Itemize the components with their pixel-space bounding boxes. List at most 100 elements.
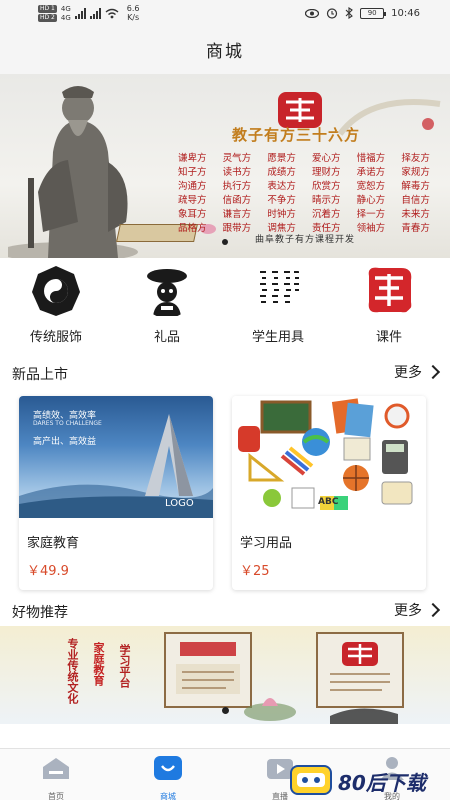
tab-label: 商城	[160, 792, 176, 800]
watermark-text: 80后下载	[338, 771, 426, 795]
sim1-badge: HD 1	[38, 4, 57, 13]
product-image: ABC	[232, 396, 426, 518]
signal-2-icon	[89, 7, 101, 19]
poem-phrase: 爱心方	[312, 153, 341, 164]
seal-logo-icon	[368, 267, 412, 313]
calligraphy-icon	[254, 266, 302, 314]
net2-label: 4G	[60, 13, 71, 22]
sim-indicators: HD 1 HD 2	[38, 4, 57, 22]
poem-phrase: 读书方	[222, 167, 252, 178]
poem-phrase: 表达方	[267, 181, 296, 192]
signal-1-icon	[74, 7, 86, 19]
section-title: 好物推荐	[12, 605, 68, 621]
product-card-family-education[interactable]: 高绩效、高效率 DARES TO CHALLENGE 高产出、高效益 LOGO …	[19, 396, 213, 590]
promo-text-2: 家庭教育	[92, 642, 105, 686]
poem-phrase: 未来方	[401, 209, 430, 220]
banner-page-indicator	[222, 239, 228, 245]
image-text-2: DARES TO CHALLENGE	[33, 420, 102, 427]
lotus-ink-decoration	[244, 698, 398, 724]
chevron-right-icon	[425, 602, 441, 618]
image-logo-text: LOGO	[165, 498, 194, 509]
clock: 10:46	[391, 7, 420, 19]
battery-icon: 90	[360, 7, 387, 19]
poem-phrase: 成绩方	[267, 167, 296, 178]
title-bar: 商城	[0, 30, 450, 74]
poem-phrase: 领袖方	[356, 223, 386, 234]
poem-phrase: 沟通方	[178, 181, 207, 192]
poem-phrase: 承诺方	[356, 167, 386, 178]
poem-phrase: 谦卑方	[178, 153, 207, 164]
tab-home[interactable]: 首页	[26, 755, 86, 800]
section-title: 新品上市	[12, 367, 68, 383]
more-label: 更多	[394, 603, 422, 619]
net1-label: 4G	[60, 4, 71, 13]
new-products-more-button[interactable]: 更多	[394, 362, 441, 382]
poem-phrase: 宽恕方	[356, 181, 386, 192]
wifi-icon	[105, 8, 119, 18]
sim2-badge: HD 2	[38, 13, 57, 22]
net-speed: 6.6 K/s	[127, 4, 140, 22]
poem-phrase: 沉着方	[312, 209, 341, 220]
category-label: 传统服饰	[29, 330, 82, 345]
category-courseware[interactable]: 课件	[339, 262, 439, 345]
recommend-more-button[interactable]: 更多	[394, 600, 441, 620]
poem-phrase: 自信方	[401, 195, 430, 206]
bagua-icon	[32, 266, 80, 316]
speed-value: 6.6	[126, 4, 140, 13]
promo-page-indicator	[222, 707, 229, 714]
status-bar: HD 1 HD 2 4G 4G 6.6 K/s 90 10:46	[0, 0, 450, 30]
category-gifts[interactable]: 礼品	[117, 262, 217, 345]
poem-phrase: 品格方	[178, 223, 207, 234]
abc-blocks-text: ABC	[318, 497, 339, 507]
category-traditional-clothing[interactable]: 传统服饰	[6, 262, 106, 345]
poem-phrase: 执行方	[222, 181, 252, 192]
speed-unit: K/s	[127, 13, 140, 22]
tab-label: 首页	[48, 792, 64, 800]
poem-phrase: 不争方	[267, 195, 296, 206]
product-price: ￥25	[240, 564, 270, 579]
product-name: 家庭教育	[27, 536, 80, 551]
banner-footer: 曲阜教子有方课程开发	[255, 235, 356, 245]
poem-phrase: 灵气方	[222, 153, 252, 164]
new-products-header: 新品上市 更多	[0, 360, 450, 388]
scroll-seal-icon	[176, 642, 240, 694]
watermark-mascot-icon	[290, 765, 332, 795]
ink-text-decoration	[337, 99, 441, 136]
scroll-painting-1-image	[164, 632, 252, 708]
banner-carousel[interactable]: 教子有方三十六方 谦卑方 灵气方 愿景方 爱心方 惜福方 择友方 知子方 读书方 成绩方 理财方承…	[0, 74, 450, 258]
category-label: 课件	[375, 330, 402, 345]
poem-phrase: 疏导方	[178, 195, 207, 206]
poem-phrase: 时钟方	[267, 209, 296, 220]
poem-phrase: 理财方	[312, 167, 341, 178]
promo-text-3: 学习平台	[118, 644, 131, 688]
category-student-supplies[interactable]: 学生用具	[228, 262, 328, 345]
product-image: 高绩效、高效率 DARES TO CHALLENGE 高产出、高效益 LOGO	[19, 396, 213, 518]
bluetooth-icon	[345, 7, 354, 19]
category-label: 礼品	[153, 330, 180, 345]
product-card-school-supplies[interactable]: ABC 学习用品 ￥25	[232, 396, 426, 590]
mall-icon	[154, 756, 182, 780]
product-price: ￥49.9	[27, 564, 69, 579]
poem-phrase: 欣赏方	[312, 181, 341, 192]
poem-phrase: 解毒方	[401, 181, 430, 192]
recommend-header: 好物推荐 更多	[0, 598, 450, 626]
home-icon	[43, 758, 69, 779]
product-name: 学习用品	[240, 536, 293, 551]
watermark-logo: 80后下载	[290, 763, 450, 799]
image-text-3: 高产出、高效益	[33, 437, 97, 447]
chevron-right-icon	[425, 364, 441, 380]
more-label: 更多	[394, 365, 422, 381]
status-right: 90 10:46	[305, 7, 420, 19]
poem-phrase: 家规方	[401, 167, 430, 178]
promo-text-1: 专业传统文化	[66, 638, 79, 704]
network-types: 4G 4G	[61, 5, 71, 22]
poem-phrase: 谦言方	[222, 209, 252, 220]
poem-phrase: 信函方	[222, 195, 252, 206]
poem-phrase: 择一方	[356, 209, 386, 220]
mascot-face-icon	[297, 773, 325, 787]
eye-icon	[305, 8, 320, 18]
category-grid: 传统服饰 礼品 学生用具 课件	[0, 262, 450, 345]
poem-phrase: 愿景方	[267, 153, 296, 164]
poem-phrase: 象耳方	[178, 209, 207, 220]
tab-mall[interactable]: 商城	[138, 755, 198, 800]
